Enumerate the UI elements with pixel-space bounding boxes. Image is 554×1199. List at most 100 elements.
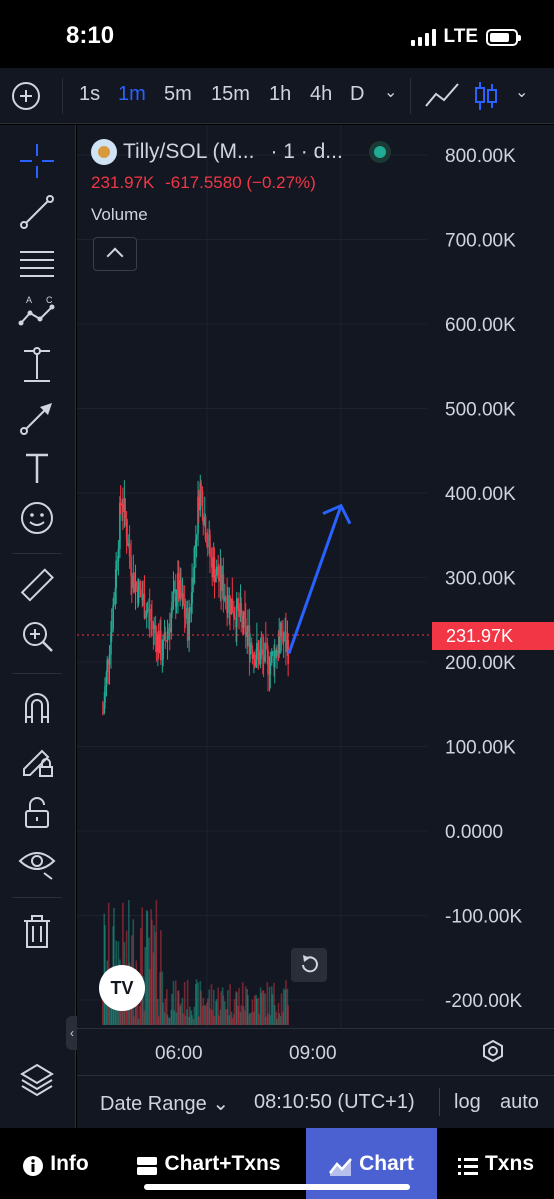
volume-bar xyxy=(191,1015,193,1025)
chart-type-dropdown-icon[interactable]: ⌄ xyxy=(515,82,528,102)
candle-body xyxy=(200,482,202,492)
volume-bar xyxy=(160,930,162,1025)
y-tick-label: 600.00K xyxy=(445,315,516,336)
interval-d[interactable]: D xyxy=(350,83,364,106)
volume-bar xyxy=(238,988,240,1025)
volume-bar xyxy=(206,998,209,1025)
trend-arrow-line xyxy=(287,505,343,655)
volume-bar xyxy=(273,1004,276,1025)
volume-bar xyxy=(200,990,202,1025)
status-bar: 8:10 LTE xyxy=(0,0,554,68)
candle-body xyxy=(180,580,182,599)
time-axis[interactable]: 06:00 09:00 xyxy=(77,1028,554,1075)
toolbar-divider xyxy=(410,78,411,114)
tool-divider xyxy=(12,897,62,898)
volume-bar xyxy=(213,1016,216,1025)
candle-body xyxy=(168,628,171,633)
candle-body xyxy=(151,620,153,623)
trend-line-icon[interactable] xyxy=(18,193,56,231)
volume-bar xyxy=(222,995,225,1025)
candle-body xyxy=(278,636,281,654)
volume-bar xyxy=(175,1012,178,1025)
parallel-channel-icon[interactable] xyxy=(18,244,56,282)
candle-body xyxy=(253,654,256,667)
price-chart[interactable]: 800.00K 700.00K 600.00K 500.00K 400.00K 300.0… xyxy=(77,125,554,1028)
volume-bar xyxy=(231,1018,234,1025)
zoom-in-icon[interactable] xyxy=(18,617,56,655)
volume-label: Volume xyxy=(91,205,148,224)
volume-bar xyxy=(233,999,236,1025)
volume-bar xyxy=(153,925,155,1025)
volume-bar xyxy=(202,997,205,1025)
nav-info[interactable]: Info xyxy=(0,1128,111,1199)
price-change: -617.5580 (−0.27%) xyxy=(165,173,316,192)
y-tick-label: 700.00K xyxy=(445,231,516,252)
candle-body xyxy=(269,662,272,675)
interval-4h[interactable]: 4h xyxy=(310,83,332,106)
volume-bar xyxy=(249,1013,251,1025)
pattern-label-a: A xyxy=(26,295,32,305)
current-price: 231.97K xyxy=(91,173,155,192)
candle-body xyxy=(222,574,225,601)
list-icon xyxy=(457,1158,478,1175)
volume-bar xyxy=(229,984,231,1025)
candle-body xyxy=(184,616,187,619)
arrow-icon[interactable] xyxy=(18,399,56,437)
tradingview-logo[interactable]: TV xyxy=(99,965,145,1011)
date-range-dropdown[interactable]: Date Range ⌄ xyxy=(100,1091,229,1116)
interval-1s[interactable]: 1s xyxy=(79,83,100,106)
volume-bar xyxy=(186,979,189,1025)
chart-area[interactable]: 800.00K 700.00K 600.00K 500.00K 400.00K 300.0… xyxy=(77,125,554,1075)
candle-body xyxy=(273,650,276,668)
time-tick: 09:00 xyxy=(289,1043,337,1064)
interval-1m[interactable]: 1m xyxy=(118,83,146,106)
crosshair-icon[interactable] xyxy=(18,142,56,180)
status-indicators: LTE xyxy=(410,26,521,48)
symbol-name[interactable]: Tilly/SOL (M... xyxy=(123,140,254,164)
drawing-toolbar: A C xyxy=(0,125,76,1128)
candle-body xyxy=(108,654,111,665)
pattern-icon[interactable]: A C xyxy=(18,293,56,331)
trash-icon[interactable] xyxy=(18,913,56,951)
interval-5m[interactable]: 5m xyxy=(164,83,192,106)
nav-txns[interactable]: Txns xyxy=(437,1128,554,1199)
candle-body xyxy=(240,603,243,616)
interval-1h[interactable]: 1h xyxy=(269,83,291,106)
interval-dropdown-icon[interactable]: ⌄ xyxy=(384,82,397,102)
volume-bar xyxy=(227,990,229,1025)
nav-txns-label: Txns xyxy=(484,1152,534,1175)
settings-icon[interactable] xyxy=(482,1040,504,1062)
candle-body xyxy=(260,649,263,652)
candle-body xyxy=(193,547,196,583)
volume-bar xyxy=(146,911,149,1025)
add-symbol-icon[interactable] xyxy=(12,82,40,110)
interval-15m[interactable]: 15m xyxy=(211,83,250,106)
line-chart-type-icon[interactable] xyxy=(424,80,460,110)
layers-icon[interactable] xyxy=(18,1061,56,1099)
text-icon[interactable] xyxy=(18,449,56,487)
candle-body xyxy=(282,640,285,642)
collapse-legend-button[interactable] xyxy=(93,237,137,271)
volume-bar xyxy=(198,1016,200,1025)
measure-range-icon[interactable] xyxy=(18,347,56,385)
reset-chart-button[interactable] xyxy=(291,948,327,982)
emoji-icon[interactable] xyxy=(18,499,56,537)
auto-toggle[interactable]: auto xyxy=(500,1091,539,1114)
candle-body xyxy=(137,581,140,604)
info-icon xyxy=(23,1156,44,1176)
candle-body xyxy=(213,557,216,583)
candle-body xyxy=(191,577,193,604)
volume-bar xyxy=(137,1018,140,1025)
magnet-icon[interactable] xyxy=(18,689,56,727)
eye-icon[interactable] xyxy=(18,843,56,881)
candle-chart-type-icon[interactable] xyxy=(474,80,498,112)
log-toggle[interactable]: log xyxy=(454,1091,481,1114)
unlock-icon[interactable] xyxy=(18,793,56,831)
y-tick-label: 800.00K xyxy=(445,146,516,167)
utc-clock[interactable]: 08:10:50 (UTC+1) xyxy=(254,1091,415,1114)
candle-body xyxy=(160,630,162,661)
lock-drawings-icon[interactable] xyxy=(18,741,56,779)
ruler-icon[interactable] xyxy=(18,567,56,605)
volume-bar xyxy=(168,1017,171,1025)
candle-body xyxy=(233,616,236,618)
